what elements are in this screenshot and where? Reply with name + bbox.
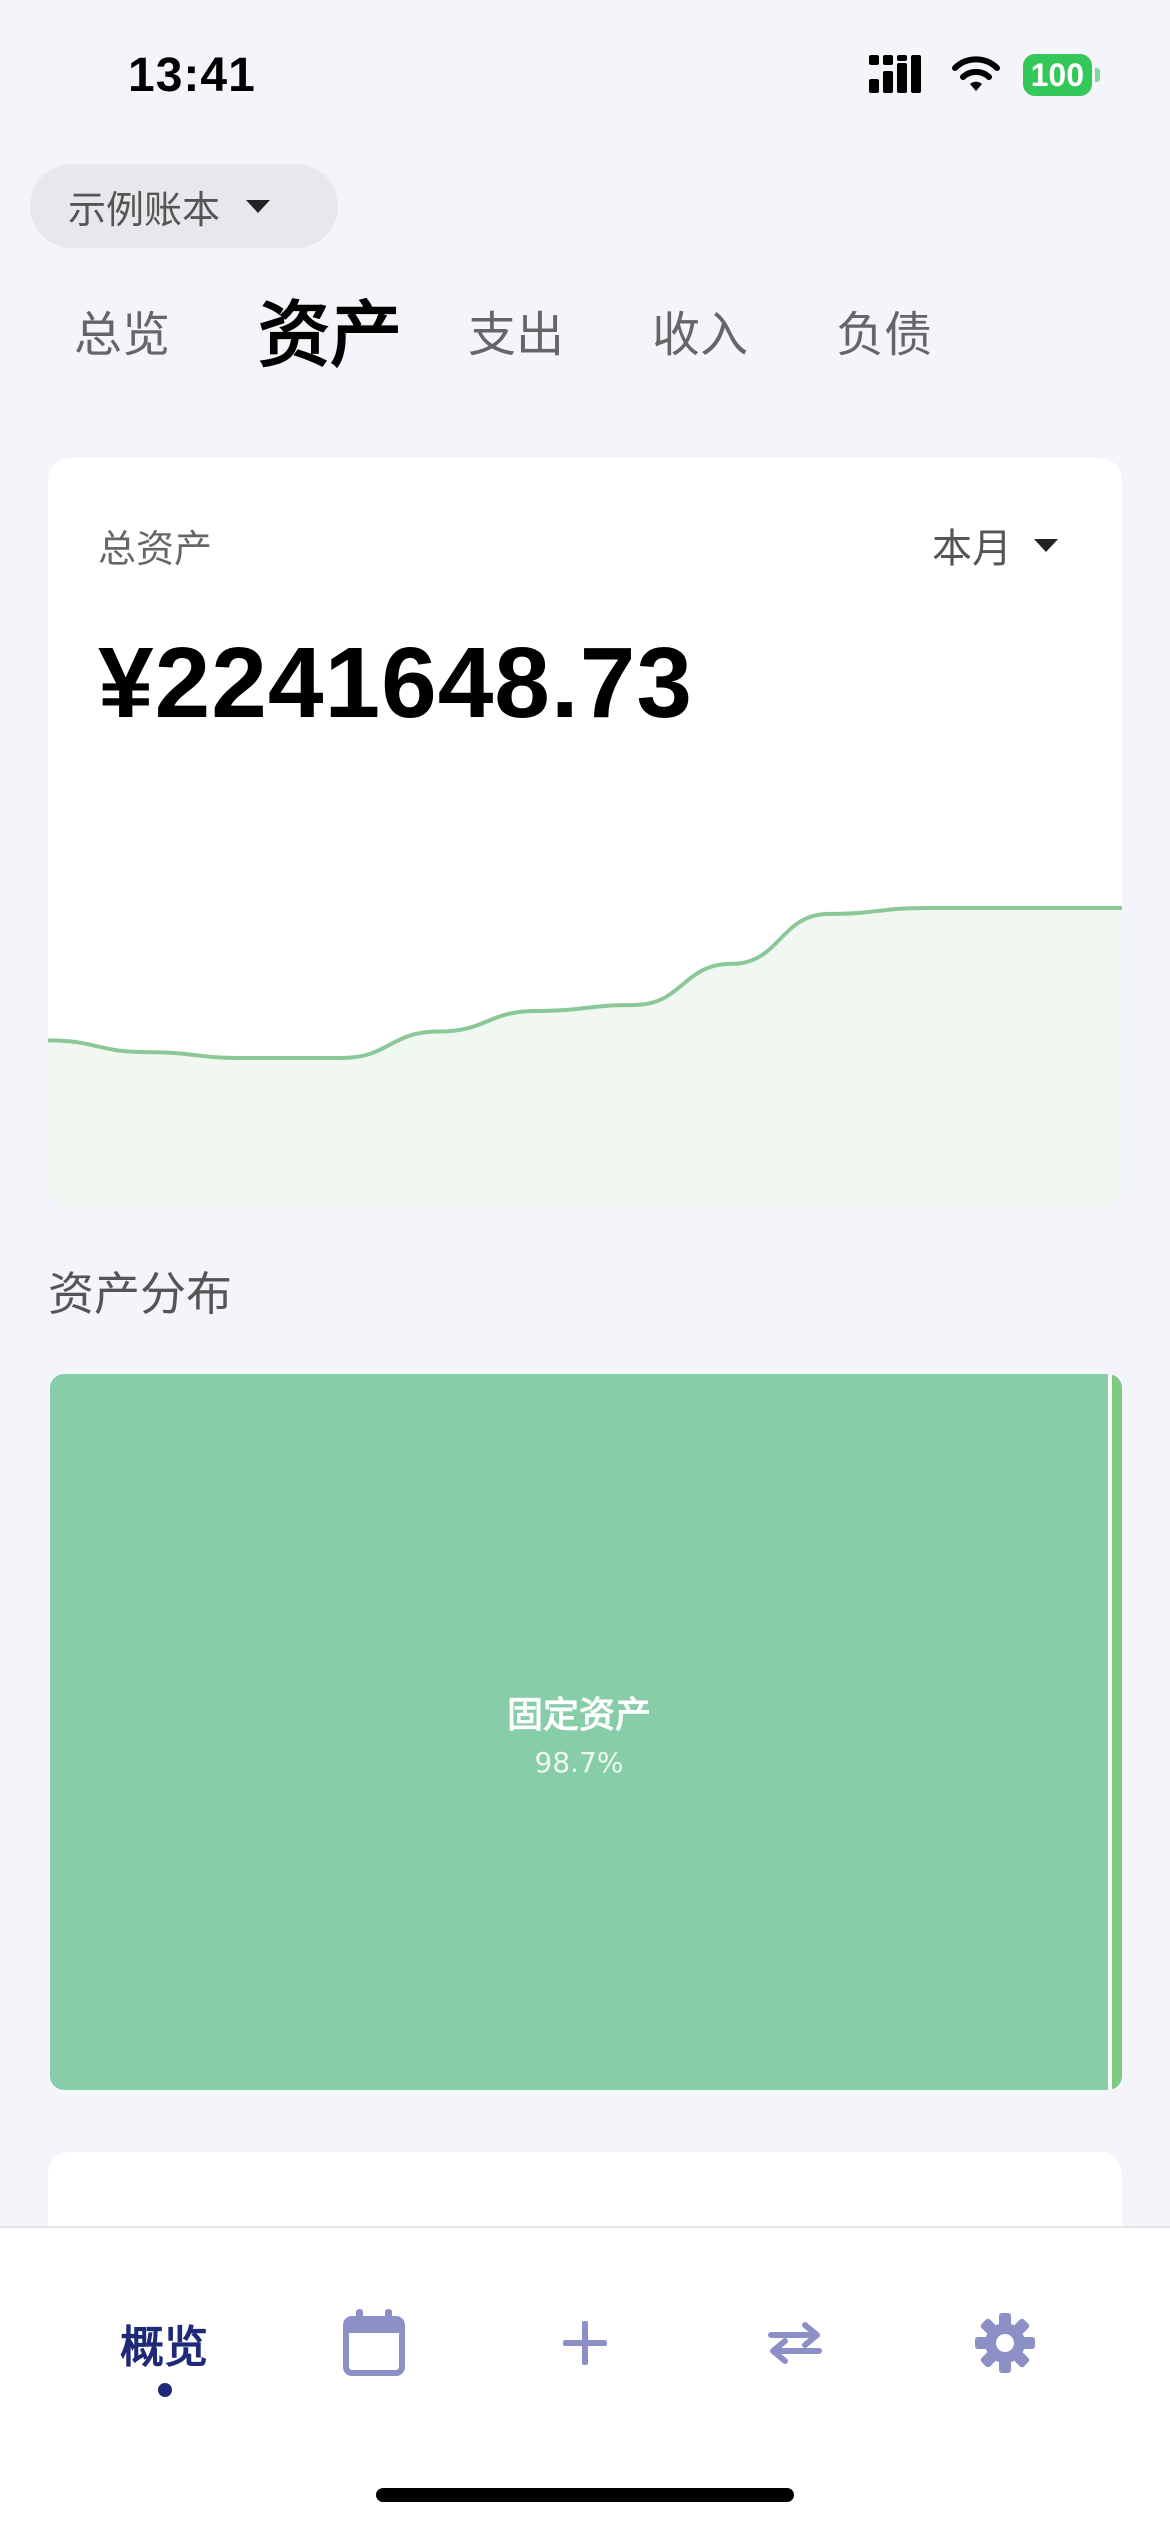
- treemap-cell-label: 固定资产: [506, 1694, 651, 1736]
- distribution-title: 资产分布: [48, 1267, 232, 1321]
- wifi-icon: [951, 56, 1000, 91]
- period-selector[interactable]: 本月: [932, 516, 1058, 574]
- tab-overview[interactable]: 总览: [74, 290, 170, 380]
- tabbar-calendar[interactable]: [314, 2298, 434, 2388]
- asset-trend-chart: [48, 906, 1122, 1208]
- tab-expense[interactable]: 支出: [468, 290, 564, 380]
- caret-down-icon: [246, 199, 271, 213]
- tabbar-overview[interactable]: 概览: [104, 2298, 224, 2388]
- treemap-cell-other[interactable]: [1112, 1374, 1122, 2090]
- home-indicator: [376, 2488, 794, 2502]
- status-bar: 13:41 100: [0, 0, 1170, 150]
- cellular-signal-icon: [868, 55, 921, 93]
- treemap-cell-percent: 98.7%: [534, 1745, 624, 1779]
- category-tabs: 总览 资产 支出 收入 负债: [74, 290, 1020, 380]
- tabbar-overview-label: 概览: [120, 2322, 208, 2373]
- card-title: 总资产: [98, 527, 213, 571]
- transfer-icon: [768, 2322, 822, 2364]
- tab-liabilities[interactable]: 负债: [836, 290, 932, 380]
- calendar-icon: [343, 2309, 405, 2376]
- asset-distribution-treemap: 固定资产 98.7%: [50, 1374, 1122, 2090]
- status-icons: 100: [868, 54, 1101, 96]
- status-time: 13:41: [128, 49, 256, 102]
- period-label: 本月: [932, 526, 1012, 572]
- treemap-cell-fixed-assets[interactable]: 固定资产 98.7%: [50, 1374, 1108, 2090]
- battery-indicator: 100: [1022, 54, 1101, 96]
- tab-assets[interactable]: 资产: [258, 290, 402, 380]
- active-tab-dot: [158, 2383, 172, 2397]
- ledger-selector[interactable]: 示例账本: [30, 164, 338, 248]
- total-assets-card: 总资产 本月 ¥2241648.73: [48, 458, 1122, 1208]
- tab-income[interactable]: 收入: [652, 290, 748, 380]
- caret-down-icon: [1034, 538, 1058, 552]
- ledger-selector-label: 示例账本: [68, 187, 221, 232]
- tabbar-settings[interactable]: [945, 2298, 1065, 2388]
- plus-icon: [563, 2321, 607, 2365]
- bottom-tab-bar: 概览: [0, 2226, 1170, 2532]
- gear-icon: [975, 2313, 1035, 2373]
- tabbar-add[interactable]: [525, 2298, 645, 2388]
- tabbar-transfer[interactable]: [735, 2298, 855, 2388]
- total-assets-amount: ¥2241648.73: [98, 627, 693, 739]
